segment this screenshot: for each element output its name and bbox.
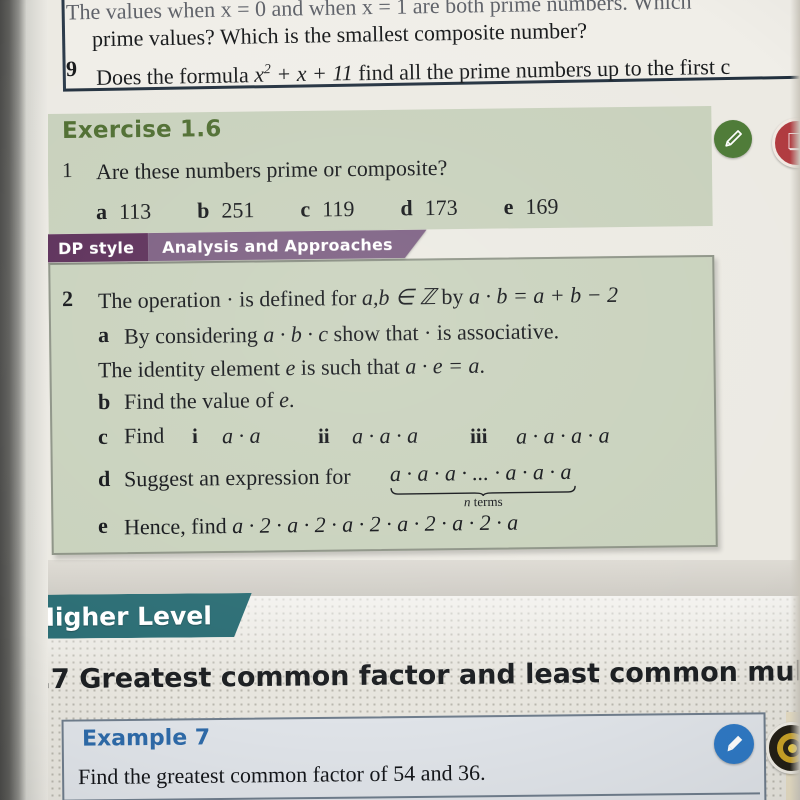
part-value-e: 169: [525, 193, 559, 219]
dp-style-tag: DP style: [45, 233, 149, 263]
book-gutter-shadow: [0, 0, 26, 800]
part-value-b: 251: [221, 197, 255, 223]
exercise-title: Exercise 1.6: [61, 116, 222, 144]
pencil-icon[interactable]: [714, 120, 752, 158]
textbook-page-photo: The values when x = 0 and when x = 1 are…: [0, 0, 800, 800]
marker-pen-icon[interactable]: [714, 724, 754, 764]
q2-part-c-text: Find: [123, 422, 165, 449]
part-label-d: d: [400, 195, 413, 221]
q2c-math-ii: a · a · a: [351, 422, 419, 449]
stem-c: by: [435, 283, 470, 310]
q2-part-c-label: c: [97, 423, 108, 450]
q2b-text-b: .: [288, 386, 295, 413]
identity-math2: a · e = a: [405, 352, 480, 379]
part-label-e: e: [503, 194, 514, 220]
part-value-a: 113: [118, 198, 152, 224]
q2e-text: Hence, find: [123, 513, 233, 540]
exercise-q1-text: Are these numbers prime or composite?: [95, 154, 448, 185]
q2b-math: e: [279, 387, 290, 413]
q2-part-a-label: a: [97, 321, 110, 348]
underbrace: a · a · a · ... · a · a · a n terms: [389, 458, 576, 509]
q2-part-d-text: Suggest an expression for: [123, 463, 351, 492]
identity-text-a: The identity element: [97, 355, 286, 383]
q2-part-e-label: e: [97, 512, 108, 539]
stem-b: is defined for: [233, 284, 363, 312]
q2d-math: a · a · a · ... · a · a · a: [389, 458, 572, 487]
q2a-text-b: show that · is associative.: [327, 318, 560, 347]
section-divider-band: [0, 560, 800, 596]
stem-a: The operation: [97, 286, 227, 314]
q2c-math-iii: a · a · a · a: [515, 422, 610, 449]
question-9-number: 9: [65, 55, 78, 82]
q2c-roman-i: i: [191, 423, 198, 449]
example-title: Example 7: [81, 725, 211, 752]
part-label-b: b: [197, 197, 210, 223]
part-value-c: 119: [322, 195, 355, 222]
brace-label: n terms: [463, 493, 503, 510]
identity-text-b: is such that: [295, 353, 406, 380]
q2c-roman-ii: ii: [317, 423, 330, 449]
page-right-edge: [790, 0, 800, 800]
book-gutter-falloff: [26, 0, 48, 800]
stem-set: a,b ∈ ℤ: [361, 284, 437, 310]
q9-prefix: Does the formula: [95, 62, 255, 90]
example-text: Find the greatest common factor of 54 an…: [77, 759, 486, 790]
part-value-d: 173: [424, 194, 458, 221]
q2b-text-a: Find the value of: [123, 387, 280, 415]
q2-part-b-text: Find the value of e.: [124, 387, 295, 415]
q2a-math: a · b · c: [263, 321, 329, 347]
q2e-math: a · 2 · a · 2 · a · 2 · a · 2 · a · 2 · …: [231, 509, 519, 539]
q2a-text-a: By considering: [123, 321, 264, 349]
question-2-number: 2: [61, 285, 74, 312]
q2c-roman-iii: iii: [469, 423, 488, 449]
part-label-c: c: [300, 196, 311, 222]
q9-formula: x2 + x + 11: [254, 60, 353, 88]
q2-part-b-label: b: [97, 388, 111, 415]
q2-identity-line: The identity element e is such that a · …: [98, 353, 485, 384]
q2-part-a-text: By considering a · b · c show that · is …: [124, 318, 559, 349]
q2c-math-i: a · a: [221, 422, 261, 449]
q2-part-d-label: d: [97, 465, 111, 492]
dp-style-title: Analysis and Approaches: [148, 230, 427, 261]
stem-eq: a · b = a + b − 2: [468, 281, 619, 309]
q9-suffix: find all the prime numbers up to the fir…: [352, 53, 731, 86]
part-label-a: a: [95, 198, 108, 225]
q2-part-d-brace-group: a · a · a · ... · a · a · a n terms: [389, 458, 576, 509]
identity-text-c: .: [479, 352, 486, 378]
dp-style-banner: DP style Analysis and Approaches: [45, 230, 427, 263]
q2-part-e-text: Hence, find a · 2 · a · 2 · a · 2 · a · …: [124, 510, 518, 541]
exercise-q1-number: 1: [61, 157, 73, 183]
